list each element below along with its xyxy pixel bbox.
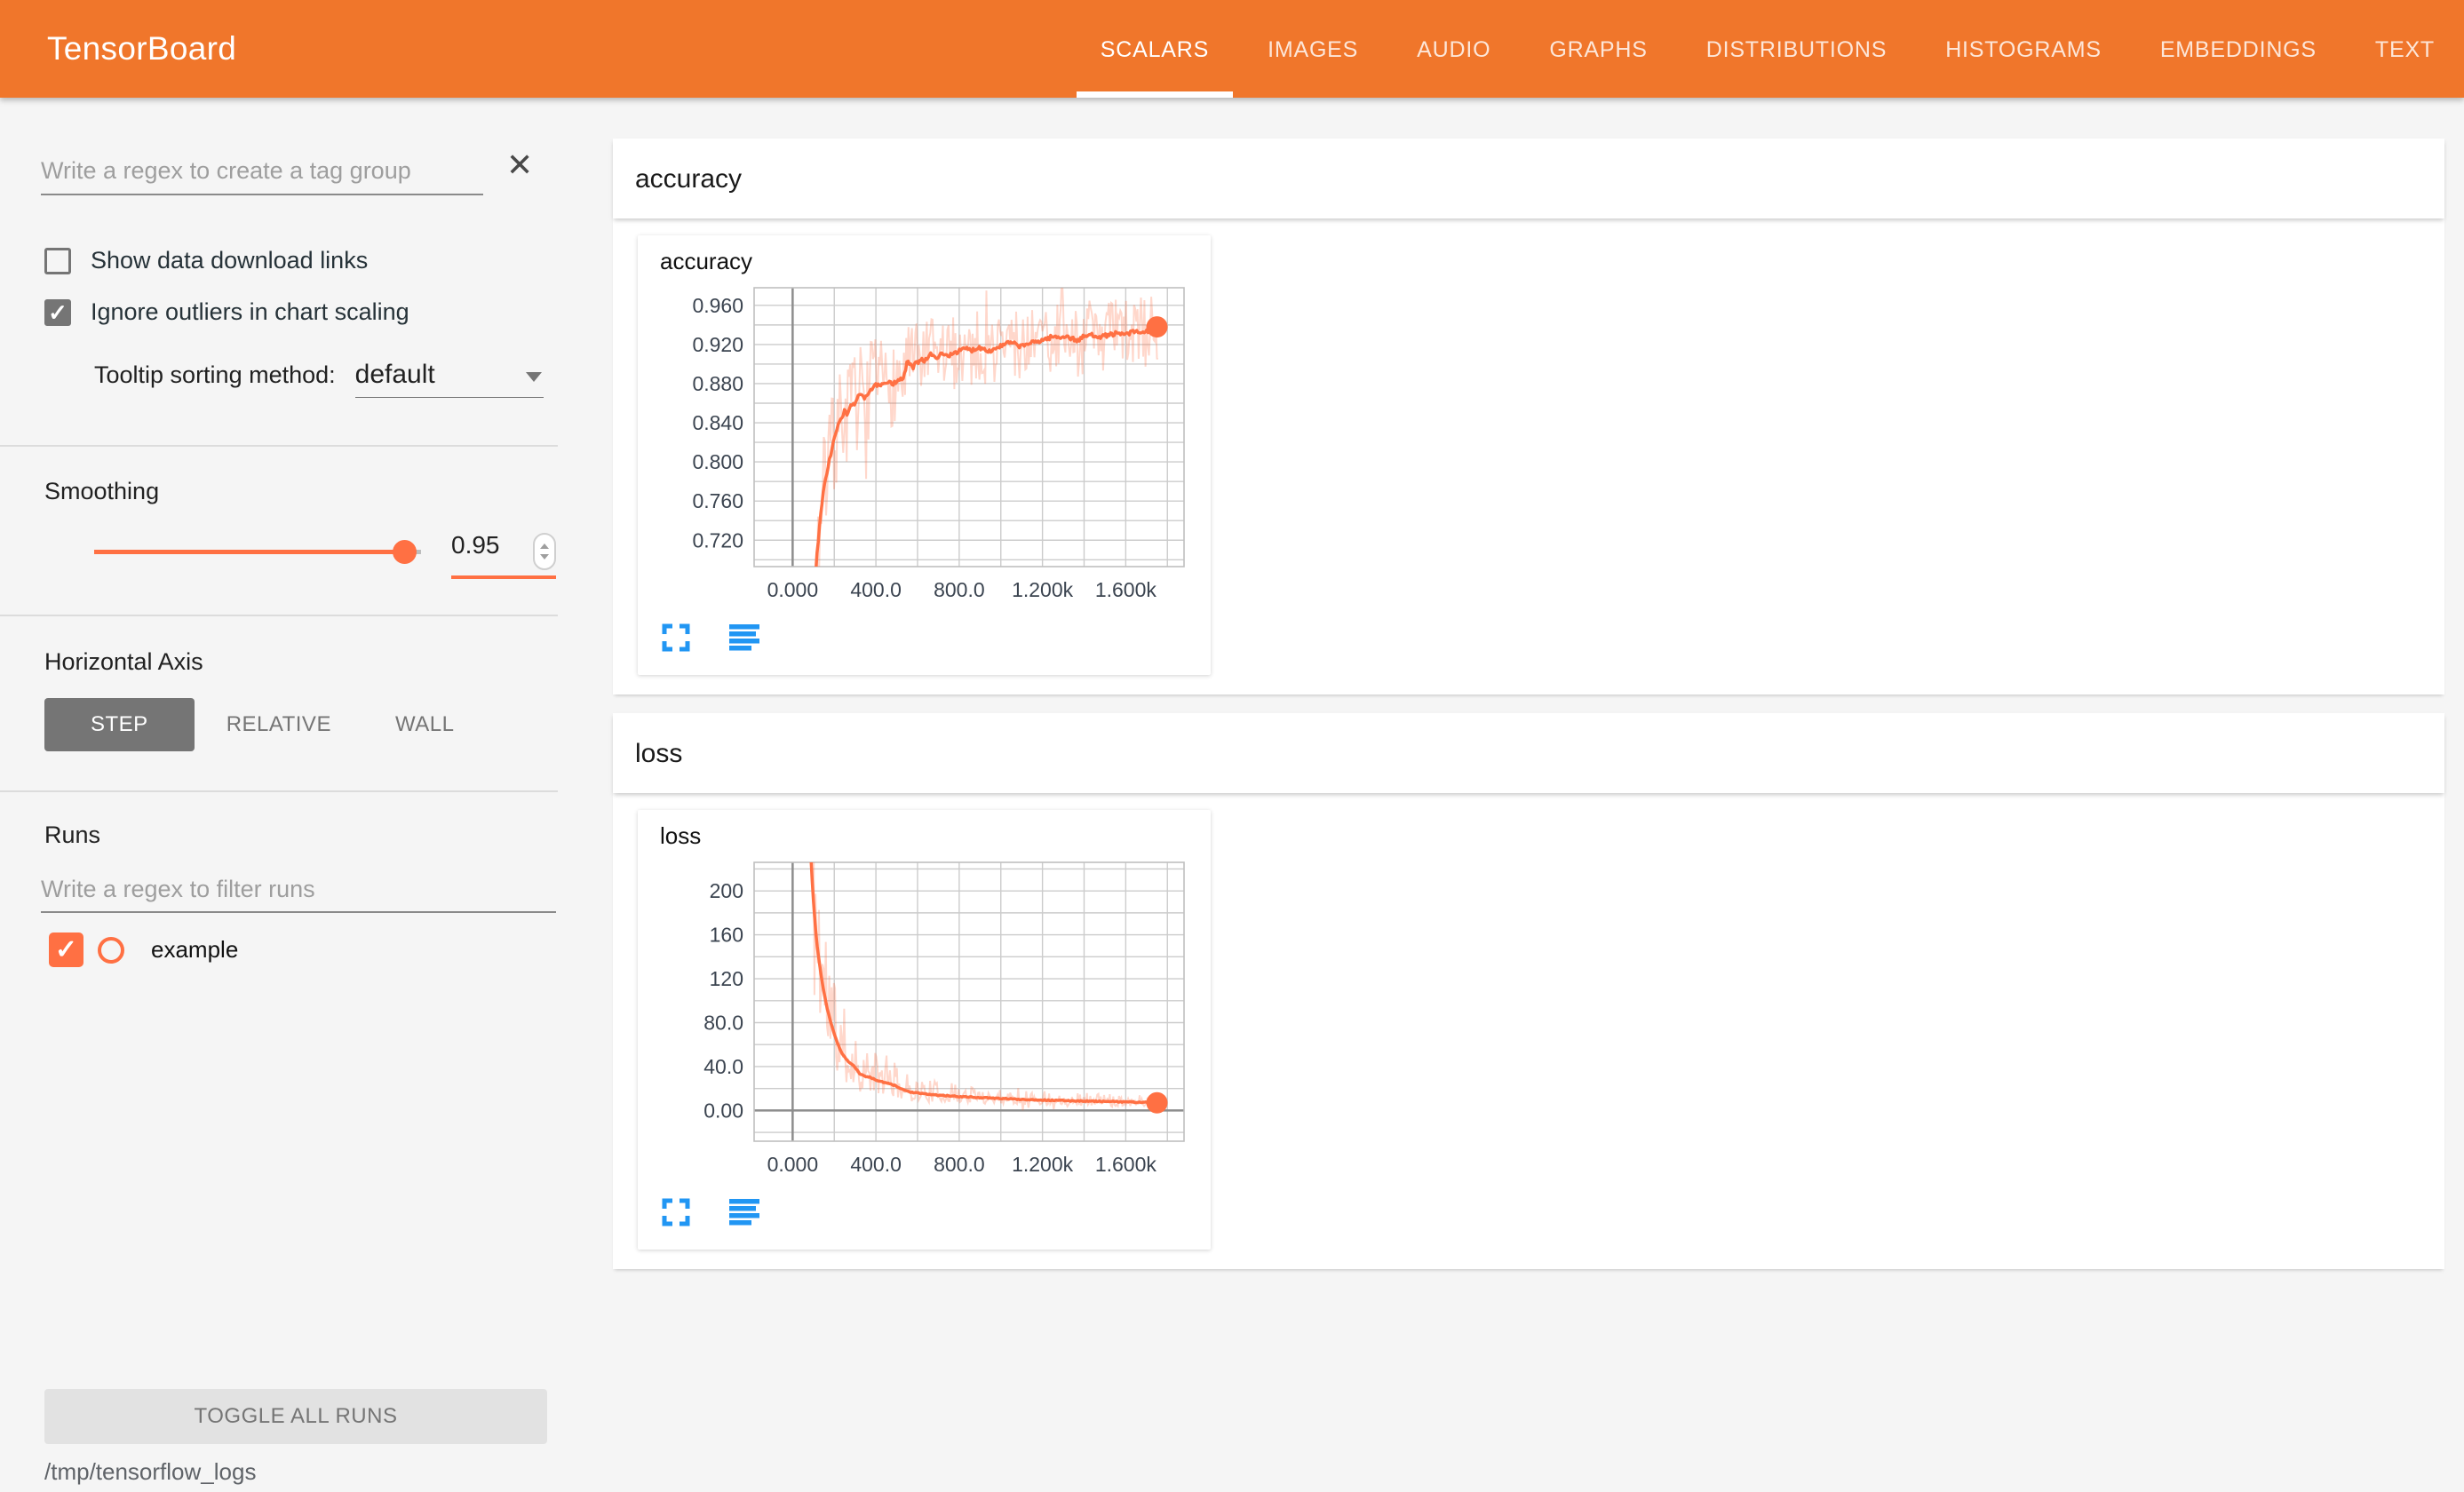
divider: [0, 615, 558, 616]
tooltip-sort-row: Tooltip sorting method: default: [94, 360, 544, 398]
svg-text:40.0: 40.0: [703, 1055, 743, 1078]
axis-step-button[interactable]: STEP: [44, 698, 195, 751]
svg-text:0.840: 0.840: [692, 411, 743, 434]
svg-text:800.0: 800.0: [934, 578, 985, 601]
axis-relative-button[interactable]: RELATIVE: [195, 698, 363, 751]
svg-text:400.0: 400.0: [850, 1153, 902, 1176]
runs-selector-icon[interactable]: [729, 1199, 759, 1226]
runs-label: Runs: [44, 821, 100, 849]
toolbar: TensorBoard SCALARS IMAGES AUDIO GRAPHS …: [0, 0, 2464, 98]
svg-text:80.0: 80.0: [703, 1011, 743, 1034]
runs-selector-icon[interactable]: [729, 624, 759, 651]
run-checkbox[interactable]: ✓: [49, 932, 83, 967]
svg-text:200: 200: [710, 879, 743, 902]
tooltip-sort-dropdown[interactable]: default: [355, 360, 544, 398]
svg-text:0.760: 0.760: [692, 489, 743, 512]
tab-bar: SCALARS IMAGES AUDIO GRAPHS DISTRIBUTION…: [1077, 0, 2459, 98]
tab-text[interactable]: TEXT: [2351, 0, 2459, 98]
chart-title-accuracy: accuracy: [660, 248, 1211, 275]
horizontal-axis-label: Horizontal Axis: [44, 648, 203, 676]
svg-text:400.0: 400.0: [850, 578, 902, 601]
toggle-all-runs-button[interactable]: TOGGLE ALL RUNS: [44, 1389, 547, 1444]
group-body-accuracy: accuracy 0.7200.7600.8000.8400.8800.9200…: [613, 218, 2444, 694]
svg-text:1.200k: 1.200k: [1012, 1153, 1074, 1176]
expand-chart-icon[interactable]: [662, 623, 690, 652]
tab-scalars[interactable]: SCALARS: [1077, 0, 1233, 98]
run-color-swatch: [98, 937, 124, 964]
tab-graphs[interactable]: GRAPHS: [1525, 0, 1671, 98]
svg-text:0.960: 0.960: [692, 294, 743, 317]
divider: [0, 790, 558, 792]
tooltip-sort-value: default: [355, 360, 435, 389]
svg-text:1.600k: 1.600k: [1095, 1153, 1157, 1176]
show-download-links-checkbox[interactable]: [44, 248, 71, 274]
show-download-links-label: Show data download links: [91, 247, 368, 274]
ignore-outliers-row: ✓ Ignore outliers in chart scaling: [44, 298, 409, 326]
number-stepper[interactable]: [533, 533, 556, 570]
smoothing-value-field: [451, 531, 556, 560]
group-header-loss[interactable]: loss: [613, 713, 2444, 793]
tag-group-loss: loss loss 0.00 40.0 80.0 120 160 200 0.000 400.…: [613, 713, 2444, 1269]
app-title: TensorBoard: [47, 30, 236, 67]
svg-text:1.600k: 1.600k: [1095, 578, 1157, 601]
horizontal-axis-buttons: STEP RELATIVE WALL: [44, 698, 486, 751]
smoothing-label: Smoothing: [44, 478, 159, 505]
tag-group-accuracy: accuracy accuracy 0.7200.7600.8000.8400.…: [613, 139, 2444, 694]
axis-wall-button[interactable]: WALL: [363, 698, 486, 751]
tag-filter-input[interactable]: [41, 147, 483, 195]
svg-text:0.00: 0.00: [703, 1099, 743, 1122]
stepper-up-icon[interactable]: [540, 544, 549, 549]
close-icon[interactable]: ✕: [506, 149, 533, 181]
scalar-card-loss: loss 0.00 40.0 80.0 120 160 200 0.000 400.0 800.…: [638, 810, 1211, 1250]
loss-chart[interactable]: 0.00 40.0 80.0 120 160 200 0.000 400.0 800.0 1.20…: [671, 855, 1195, 1184]
tab-histograms[interactable]: HISTOGRAMS: [1921, 0, 2126, 98]
slider-knob[interactable]: [393, 540, 417, 564]
input-underline: [451, 575, 556, 579]
tab-audio[interactable]: AUDIO: [1393, 0, 1514, 98]
svg-text:800.0: 800.0: [934, 1153, 985, 1176]
check-icon: ✓: [48, 301, 68, 324]
slider-track-fill: [94, 550, 405, 554]
divider: [0, 445, 558, 447]
log-directory-path: /tmp/tensorflow_logs: [44, 1458, 256, 1486]
svg-text:0.920: 0.920: [692, 333, 743, 356]
main-content: accuracy accuracy 0.7200.7600.8000.8400.…: [613, 98, 2464, 1492]
sidebar: ✕ Show data download links ✓ Ignore outl…: [0, 98, 613, 1492]
tab-images[interactable]: IMAGES: [1244, 0, 1382, 98]
chart-actions: [662, 1198, 1211, 1226]
expand-chart-icon[interactable]: [662, 1198, 690, 1226]
svg-text:0.880: 0.880: [692, 372, 743, 395]
runs-filter-input[interactable]: [41, 867, 556, 913]
smoothing-value-input[interactable]: [451, 531, 522, 560]
scalar-card-accuracy: accuracy 0.7200.7600.8000.8400.8800.9200…: [638, 235, 1211, 675]
svg-text:0.720: 0.720: [692, 528, 743, 552]
tooltip-sort-label: Tooltip sorting method:: [94, 361, 336, 389]
svg-text:160: 160: [710, 924, 743, 947]
stepper-down-icon[interactable]: [540, 554, 549, 560]
svg-text:0.000: 0.000: [767, 578, 819, 601]
smoothing-slider[interactable]: [94, 538, 421, 565]
svg-text:1.200k: 1.200k: [1012, 578, 1074, 601]
check-icon: ✓: [55, 937, 77, 964]
show-download-links-row: Show data download links: [44, 247, 368, 274]
run-item-example: ✓ example: [49, 932, 238, 967]
run-name: example: [151, 936, 238, 964]
accuracy-chart[interactable]: 0.720 0.760 0.800 0.840 0.880 0.920 0.960 0.000…: [671, 281, 1195, 609]
tab-distributions[interactable]: DISTRIBUTIONS: [1682, 0, 1911, 98]
ignore-outliers-label: Ignore outliers in chart scaling: [91, 298, 409, 326]
group-header-accuracy[interactable]: accuracy: [613, 139, 2444, 218]
chart-actions: [662, 623, 1211, 652]
ignore-outliers-checkbox[interactable]: ✓: [44, 299, 71, 326]
svg-text:120: 120: [710, 967, 743, 990]
svg-text:0.000: 0.000: [767, 1153, 819, 1176]
chart-title-loss: loss: [660, 822, 1211, 850]
group-body-loss: loss 0.00 40.0 80.0 120 160 200 0.000 400.0 800.…: [613, 793, 2444, 1269]
tab-embeddings[interactable]: EMBEDDINGS: [2136, 0, 2341, 98]
chevron-down-icon: [526, 372, 542, 382]
svg-text:0.800: 0.800: [692, 450, 743, 473]
